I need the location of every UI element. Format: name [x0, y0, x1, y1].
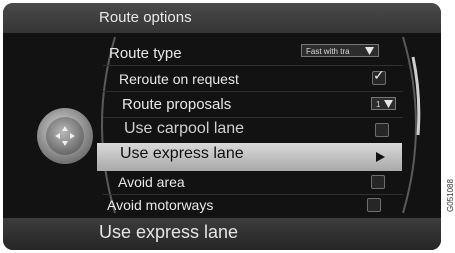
triangle-down-icon	[365, 47, 374, 55]
reroute-label: Reroute on request	[119, 71, 239, 87]
avoid-area-checkbox[interactable]	[371, 175, 385, 189]
route-proposals-value: 1	[376, 100, 381, 109]
carpool-checkbox[interactable]	[375, 123, 389, 137]
divider	[103, 65, 403, 66]
route-proposals-dropdown[interactable]: 1	[371, 97, 396, 110]
divider	[103, 117, 403, 118]
route-type-label: Route type	[109, 45, 182, 62]
triangle-right-icon	[376, 152, 385, 162]
divider	[103, 91, 403, 92]
avoid-area-label: Avoid area	[118, 174, 185, 190]
page-title: Route options	[99, 9, 192, 26]
avoid-motorways-checkbox[interactable]	[367, 198, 381, 212]
route-type-dropdown[interactable]: Fast with tra	[301, 44, 379, 57]
carpool-label: Use carpool lane	[124, 120, 245, 137]
triangle-down-icon	[384, 100, 393, 108]
description-bar: Use express lane	[3, 218, 441, 250]
divider	[103, 194, 403, 195]
checkmark-icon: ✓	[373, 67, 385, 83]
express-lane-label: Use express lane	[120, 145, 244, 162]
infotainment-screen: Route options Route type Fast with tra R…	[3, 3, 441, 250]
avoid-motorways-label: Avoid motorways	[107, 197, 214, 213]
reroute-checkbox[interactable]: ✓	[372, 67, 386, 85]
figure-id-label: G051088	[446, 179, 455, 212]
route-type-value: Fast with tra	[306, 47, 350, 56]
title-bar: Route options	[3, 3, 441, 33]
description-text: Use express lane	[99, 222, 239, 242]
route-proposals-label: Route proposals	[122, 96, 232, 113]
